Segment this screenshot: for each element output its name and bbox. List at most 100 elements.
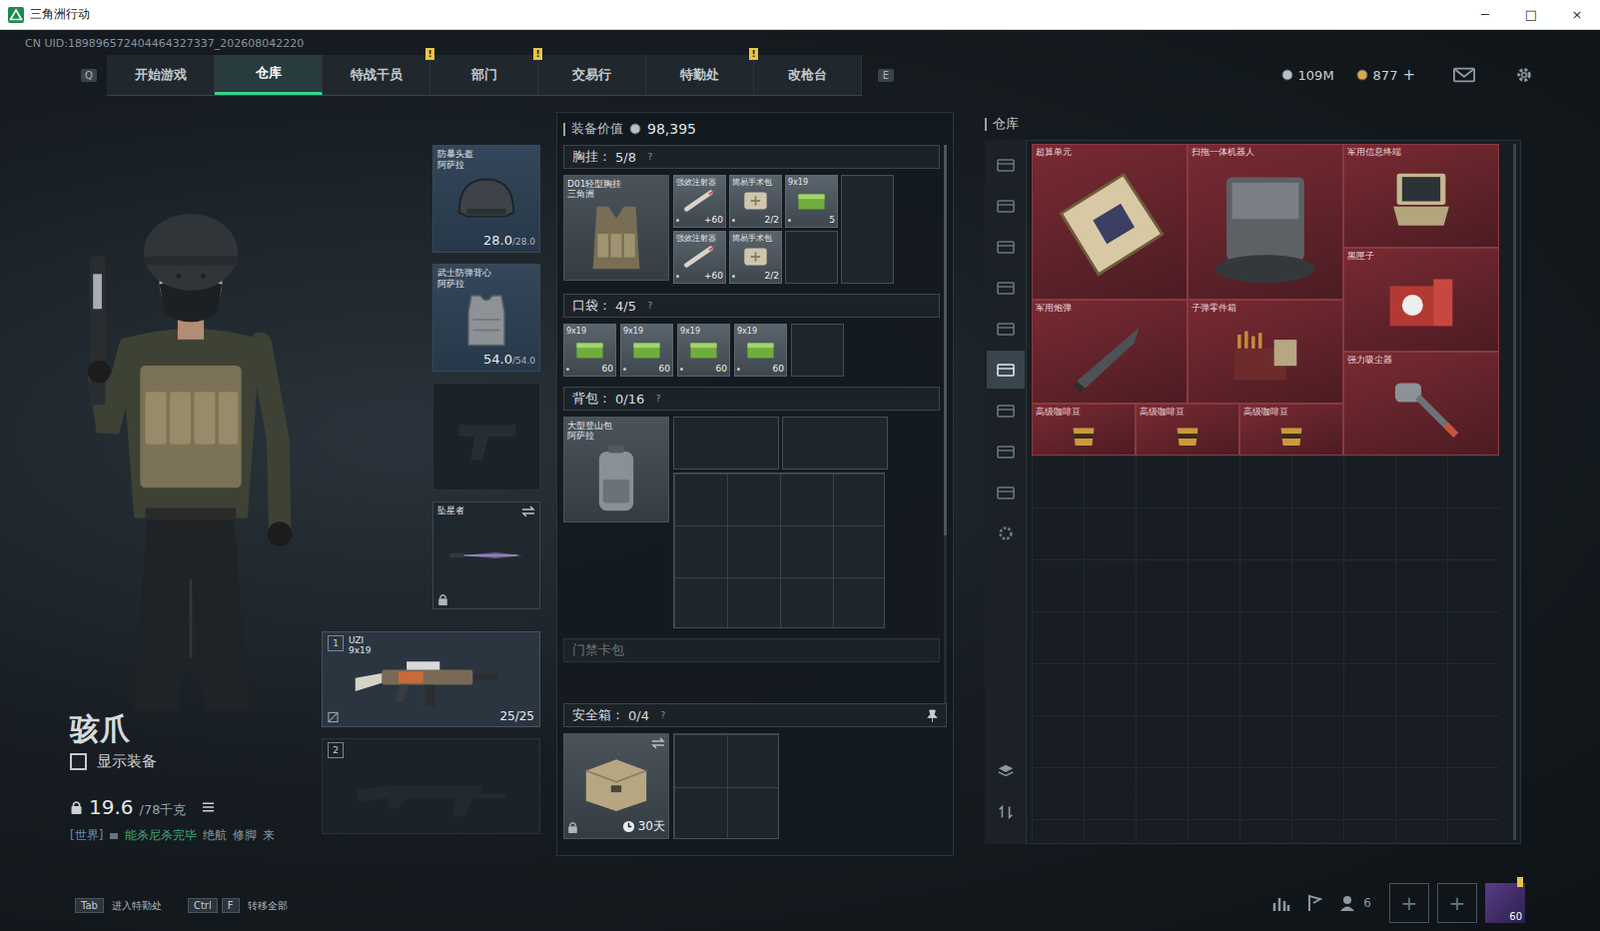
item-cell[interactable]: 9x1960 (734, 323, 788, 377)
warehouse-scrollbar[interactable] (1513, 143, 1517, 840)
stats-icon[interactable] (1271, 892, 1292, 913)
warehouse-tab[interactable] (986, 227, 1025, 266)
nav-tab[interactable]: 特战干员! (322, 54, 431, 95)
item-cell[interactable] (785, 230, 838, 284)
warehouse-tab[interactable] (986, 473, 1025, 512)
backpack-icon (567, 440, 666, 519)
help-button[interactable]: ? (644, 150, 657, 163)
storage-tab-icon (995, 483, 1016, 502)
lock-icon (69, 800, 83, 814)
gear-slot[interactable] (432, 382, 541, 491)
help-button[interactable]: ? (644, 299, 657, 312)
help-button[interactable]: ? (657, 709, 670, 722)
nav-tab[interactable]: 仓库 (214, 54, 323, 95)
backpack-header: 背包：0/16? (563, 386, 940, 411)
item-cell[interactable]: 9x1960 (677, 323, 731, 377)
backpack-item[interactable]: 大型登山包阿萨拉 (563, 416, 670, 523)
warehouse-settings[interactable] (986, 514, 1025, 553)
warehouse-item[interactable]: 子弹零件箱 (1187, 299, 1344, 404)
invite-slot[interactable]: + (1389, 882, 1430, 923)
warehouse-tab[interactable] (986, 268, 1025, 307)
warehouse-tab[interactable] (986, 432, 1025, 471)
rig-section: D01轻型胸挂三角洲强效注射器+60强效注射器+60简易手术包2/2简易手术包2… (563, 168, 940, 294)
slot-number: 1 (327, 635, 344, 652)
warehouse-tab[interactable] (986, 145, 1025, 184)
notice-mark (1517, 876, 1524, 887)
nav-tab[interactable]: 部门! (430, 54, 539, 95)
gear-slot[interactable]: 坠星者 (432, 501, 541, 610)
window-control-button[interactable]: □ (1508, 0, 1555, 29)
rig-item[interactable]: D01轻型胸挂三角洲 (563, 174, 670, 281)
warehouse-tab[interactable] (986, 186, 1025, 225)
settings-gear-icon[interactable] (1513, 65, 1536, 84)
item-cell[interactable]: 简易手术包2/2 (729, 174, 783, 228)
warehouse-tab[interactable] (986, 309, 1025, 348)
empty-slot[interactable] (782, 416, 888, 470)
weapon-slot[interactable]: 2 (321, 738, 541, 834)
key-hint[interactable]: CtrlF转移全部 (187, 897, 288, 913)
safebox-item[interactable]: 30天 (563, 733, 670, 839)
chat-line[interactable]: [世界]能杀尼杀完毕绝航修脚来 (69, 826, 322, 844)
storage-tab-icon (995, 278, 1016, 297)
game-window: 三角洲行动─□×CN UID:189896572404464327337_202… (0, 0, 1600, 931)
item-cell[interactable]: 强效注射器+60 (673, 174, 727, 228)
list-icon[interactable] (201, 800, 215, 814)
backpack-slots (673, 416, 888, 629)
friends-button[interactable]: 6 (1339, 892, 1372, 913)
safebox-grid[interactable] (673, 733, 780, 839)
gear-slot[interactable]: 防暴头盔阿萨拉28.0/28.0 (432, 144, 541, 253)
warehouse-tab[interactable] (986, 350, 1025, 389)
window-control-button[interactable]: × (1554, 0, 1600, 29)
layers-button[interactable] (986, 752, 1025, 791)
warehouse-item[interactable]: 军用炮弹 (1031, 299, 1188, 404)
empty-slot[interactable] (673, 416, 780, 470)
gear-header: 防暴头盔阿萨拉 (437, 148, 536, 171)
transfer-button[interactable] (986, 793, 1025, 831)
backpack-grid[interactable] (673, 472, 885, 629)
nav-tab[interactable]: 交易行 (538, 54, 647, 95)
warehouse-item[interactable]: 黑匣子 (1343, 247, 1500, 352)
flag-icon[interactable] (1305, 892, 1326, 913)
nav-tab[interactable]: 特勤处! (646, 54, 755, 95)
warehouse-item[interactable]: 强力吸尘器 (1343, 351, 1500, 456)
item-cell[interactable] (791, 323, 844, 377)
chat-user-icon (108, 830, 119, 841)
swap-icon[interactable] (521, 505, 536, 518)
add-currency-button[interactable]: + (1402, 65, 1416, 84)
warehouse-tab[interactable] (986, 391, 1025, 430)
warehouse-item[interactable]: 高级咖啡豆 (1135, 403, 1240, 456)
invite-slot[interactable]: + (1437, 882, 1478, 923)
warehouse-item[interactable]: 高级咖啡豆 (1031, 403, 1136, 456)
nav-tab[interactable]: 改枪台 (754, 54, 862, 95)
key-hint[interactable]: Tab进入特勤处 (74, 897, 162, 913)
item-cell[interactable] (840, 174, 894, 284)
gear-slot[interactable]: 武士防弹背心阿萨拉54.0/54.0 (432, 263, 541, 372)
warehouse-item[interactable]: 扫拖一体机器人 (1187, 143, 1344, 300)
mail-icon[interactable] (1453, 65, 1476, 84)
card-pack-header: 门禁卡包 (563, 638, 940, 663)
nav-tab[interactable]: 开始游戏 (106, 54, 215, 95)
weapon-slot[interactable]: 1UZI9x1925/25 (321, 631, 541, 728)
robot-icon (1191, 157, 1340, 297)
help-button[interactable]: ? (652, 392, 665, 405)
warehouse-item[interactable]: 军用信息终端 (1343, 143, 1500, 248)
syringe-icon (676, 186, 724, 215)
next-tab-key[interactable]: E (877, 68, 894, 82)
item-cell[interactable]: 强效注射器+60 (673, 230, 727, 284)
transfer-icon (995, 802, 1016, 821)
warehouse-item[interactable]: 超算单元 (1031, 143, 1188, 300)
pin-icon[interactable] (926, 709, 938, 723)
show-equipment-checkbox[interactable]: 显示装备 (69, 752, 322, 772)
backpack-section: 大型登山包阿萨拉 (563, 410, 940, 639)
scrollbar[interactable] (943, 144, 947, 704)
warehouse-item[interactable]: 高级咖啡豆 (1239, 403, 1344, 456)
prev-tab-key[interactable]: Q (80, 68, 97, 82)
player-avatar[interactable]: 60 (1485, 882, 1526, 923)
item-cell[interactable]: 9x1960 (620, 323, 674, 377)
item-cell[interactable]: 9x1960 (563, 323, 617, 377)
item-cell[interactable]: 9x195 (785, 174, 838, 228)
swap-icon[interactable] (651, 737, 666, 750)
checkbox-box[interactable] (69, 753, 87, 771)
window-control-button[interactable]: ─ (1462, 0, 1509, 29)
item-cell[interactable]: 简易手术包2/2 (729, 230, 783, 284)
